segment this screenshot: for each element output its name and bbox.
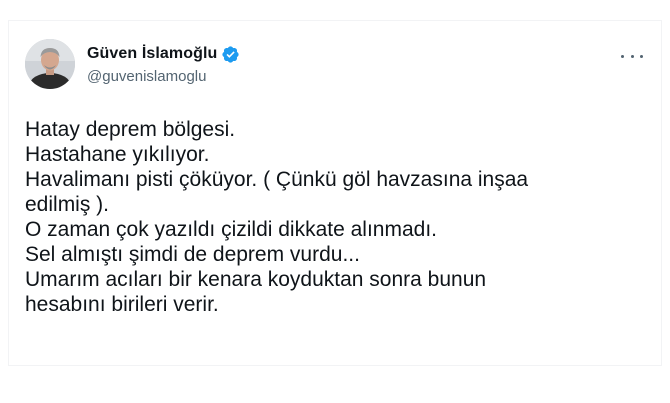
more-dot bbox=[630, 54, 634, 58]
tweet-line: Umarım acıları bir kenara koyduktan sonr… bbox=[25, 268, 487, 291]
tweet-line: hesabını birileri verir. bbox=[25, 293, 219, 316]
tweet-line: Havalimanı pisti çöküyor. ( Çünkü göl ha… bbox=[25, 168, 529, 191]
more-options-icon[interactable] bbox=[621, 49, 643, 63]
display-name-row: Güven İslamoğlu bbox=[87, 43, 240, 65]
more-dot bbox=[621, 54, 624, 58]
tweet-header: Güven İslamoğlu @guvenislamoglu bbox=[25, 37, 645, 89]
verified-badge-icon bbox=[222, 45, 240, 63]
tweet-line: Sel almıştı şimdi de deprem vurdu... bbox=[25, 243, 360, 266]
more-dot bbox=[640, 54, 643, 58]
tweet-text: Hatay deprem bölgesi. Hastahane yıkılıyo… bbox=[25, 117, 645, 317]
avatar[interactable] bbox=[25, 39, 75, 89]
author-names: Güven İslamoğlu @guvenislamoglu bbox=[87, 43, 240, 85]
tweet-line: Hatay deprem bölgesi. bbox=[25, 118, 236, 141]
tweet-card: Güven İslamoğlu @guvenislamoglu Hatay de… bbox=[8, 20, 662, 366]
tweet-line: edilmiş ). bbox=[25, 193, 110, 216]
avatar-photo-icon bbox=[25, 39, 75, 89]
tweet-line: Hastahane yıkılıyor. bbox=[25, 143, 210, 166]
tweet-line: O zaman çok yazıldı çizildi dikkate alın… bbox=[25, 218, 438, 241]
author-handle[interactable]: @guvenislamoglu bbox=[87, 68, 240, 85]
display-name[interactable]: Güven İslamoğlu bbox=[87, 45, 217, 63]
